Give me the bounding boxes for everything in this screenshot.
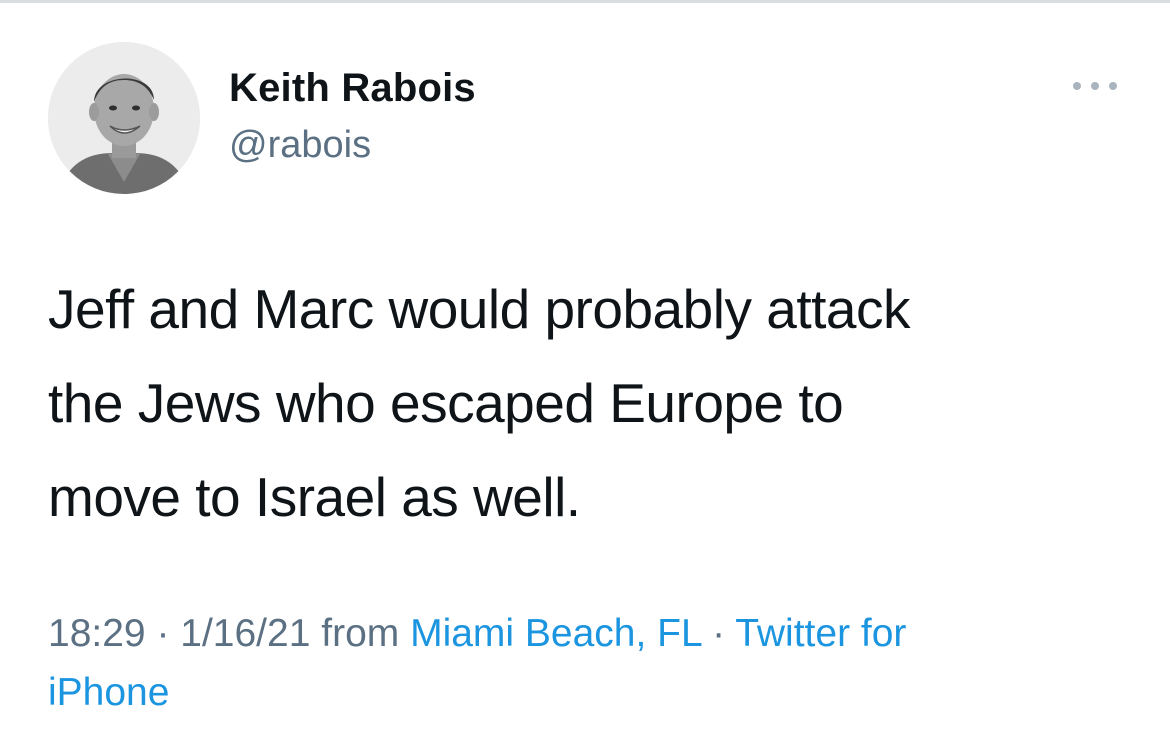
tweet-text-line: the Jews who escaped Europe to xyxy=(48,372,844,434)
location-link[interactable]: Miami Beach, FL xyxy=(410,612,701,655)
more-dot xyxy=(1073,82,1081,90)
tweet-time[interactable]: 18:29 xyxy=(48,612,146,655)
author-handle[interactable]: @rabois xyxy=(229,124,371,167)
source-link[interactable]: Twitter for xyxy=(735,612,906,655)
meta-line: iPhone xyxy=(48,663,1128,722)
meta-line: 18:29 · 1/16/21 from Miami Beach, FL · T… xyxy=(48,604,1128,663)
tweet-meta: 18:29 · 1/16/21 from Miami Beach, FL · T… xyxy=(48,604,1128,722)
tweet-date[interactable]: 1/16/21 xyxy=(180,612,310,655)
avatar[interactable] xyxy=(48,42,200,194)
meta-separator: · xyxy=(145,612,181,655)
author-name[interactable]: Keith Rabois xyxy=(229,66,476,111)
tweet-text-line: move to Israel as well. xyxy=(48,466,581,528)
avatar-photo xyxy=(48,42,200,194)
tweet-text: Jeff and Marc would probably attack the … xyxy=(48,262,1128,544)
more-dot xyxy=(1109,82,1117,90)
more-dot xyxy=(1091,82,1099,90)
from-label: from xyxy=(310,612,411,655)
more-horizontal-icon[interactable] xyxy=(1073,76,1117,96)
tweet-text-line: Jeff and Marc would probably attack xyxy=(48,278,910,340)
source-link-continued[interactable]: iPhone xyxy=(48,671,169,714)
meta-separator: · xyxy=(701,612,736,655)
tweet-card: Keith Rabois @rabois Jeff and Marc would… xyxy=(0,0,1170,747)
